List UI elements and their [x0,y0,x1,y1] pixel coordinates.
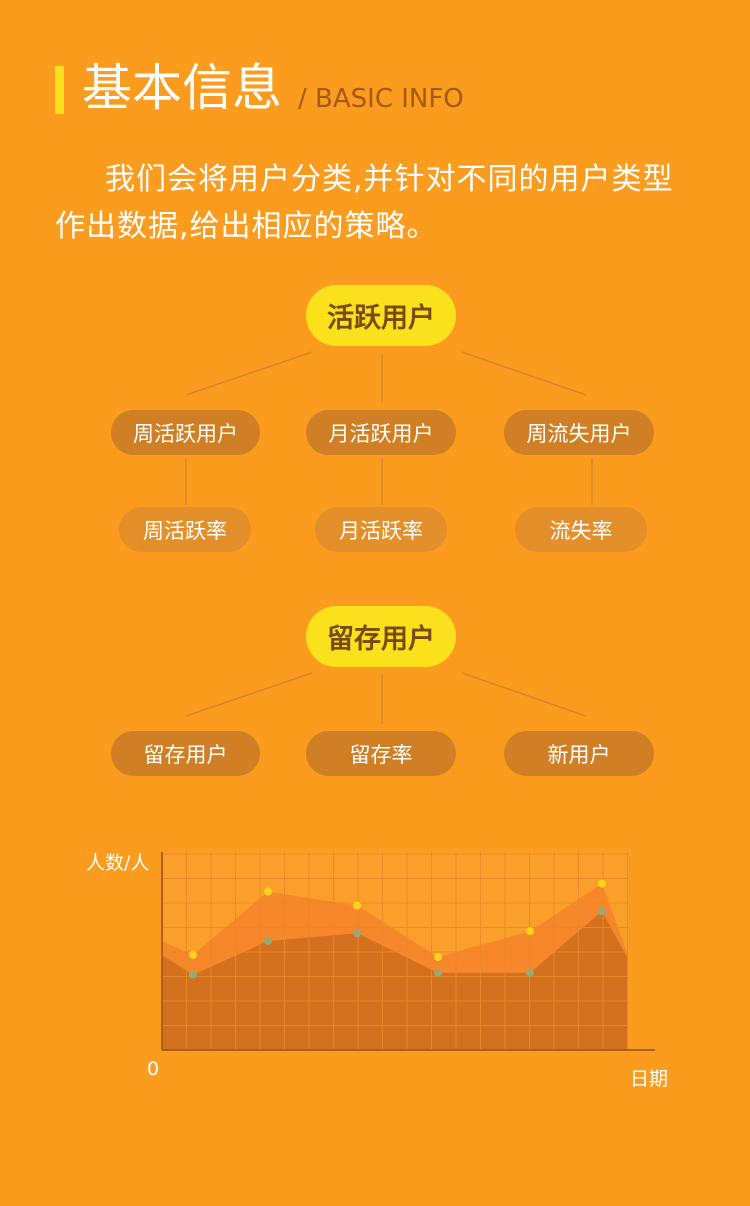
chart-data-point [353,929,361,938]
weekly-active-rate-node: 周活跃率 [119,507,251,552]
chart-data-point [264,887,272,896]
weekly-active-users-node: 周活跃用户 [111,410,260,455]
chart-data-point [434,952,442,961]
chart-plot-background [162,852,628,1050]
chart-data-point [598,879,606,888]
chart-data-point [434,968,442,977]
churn-rate-node: 流失率 [515,507,647,552]
chart-x-axis-label: 日期 [630,1068,669,1090]
weekly-churn-users-node: 周流失用户 [504,410,654,455]
monthly-active-rate-node: 月活跃率 [315,507,447,552]
chart-data-point [526,927,534,936]
retained-users-node: 留存用户 [111,731,260,776]
active-users-root-node: 活跃用户 [306,285,456,346]
retained-users-root-node: 留存用户 [306,606,456,667]
chart-y-axis-label: 人数/人 [86,852,150,874]
connector-line [185,672,313,717]
diagram-connectors [185,351,593,724]
chart-series-area-0 [162,883,628,1050]
chart-origin-label: 0 [147,1058,160,1080]
retention-rate-node: 留存率 [306,731,456,776]
chart-data-point [264,937,272,946]
chart-data-point [353,901,361,910]
connector-line [461,351,587,396]
new-users-node: 新用户 [504,731,654,776]
chart-data-point [598,907,606,916]
connector-line [461,672,587,717]
monthly-active-users-node: 月活跃用户 [306,410,456,455]
chart-data-point [189,970,197,979]
connector-line [185,351,313,396]
chart-data-point [189,950,197,959]
chart-data-point [526,968,534,977]
chart-series-area-1 [162,911,628,1050]
